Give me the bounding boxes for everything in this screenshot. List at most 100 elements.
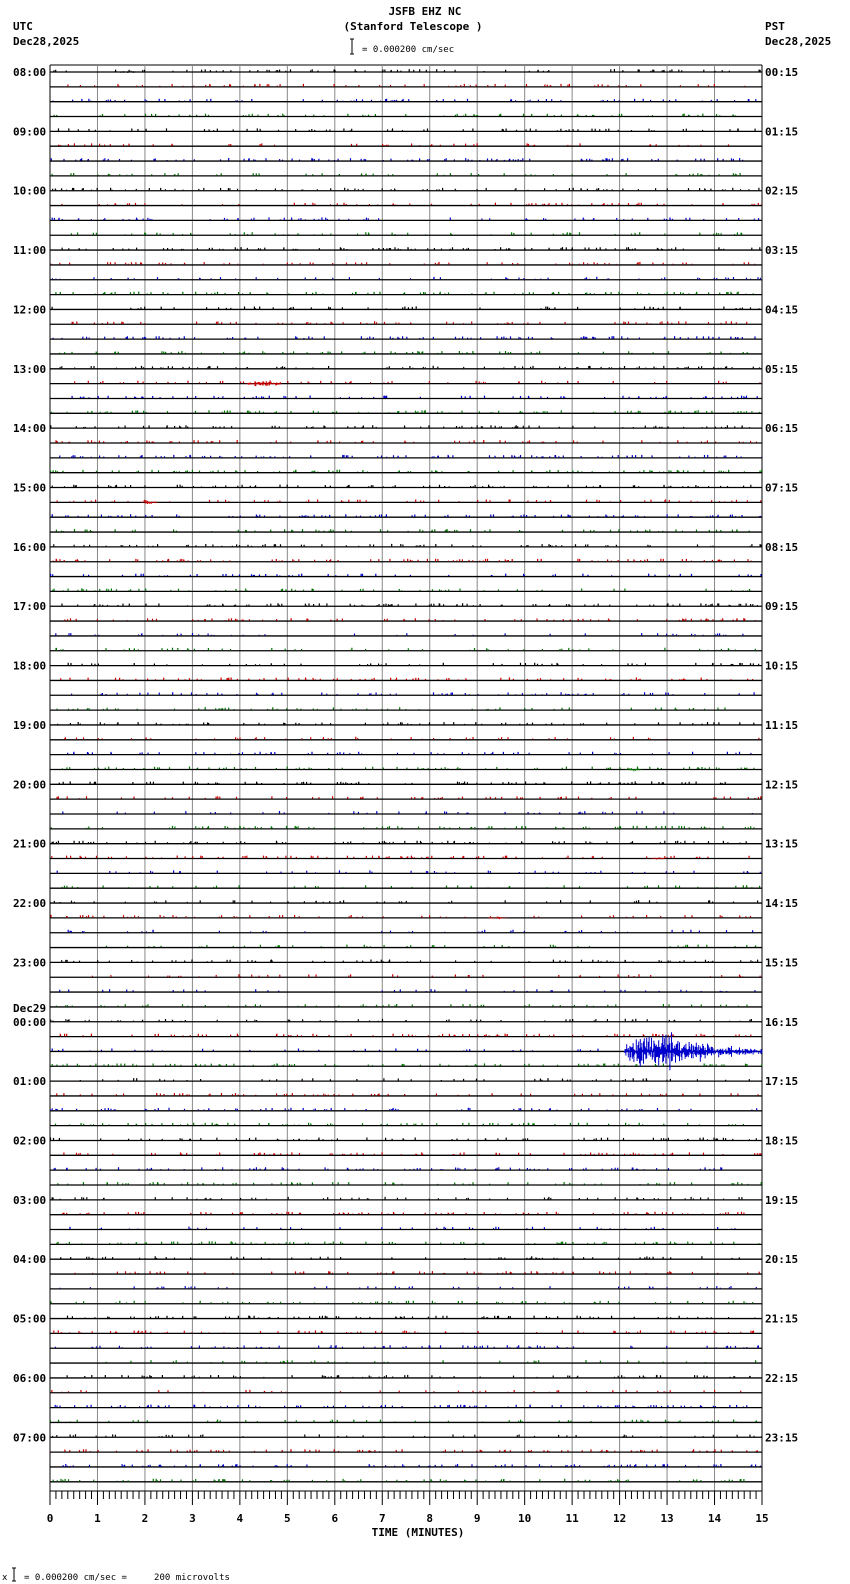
trace-noise xyxy=(49,1449,758,1452)
date-change-label: Dec29 xyxy=(13,1002,46,1015)
trace-noise xyxy=(49,1107,758,1111)
trace xyxy=(50,469,763,474)
trace-noise xyxy=(69,1226,736,1230)
trace-noise xyxy=(59,1286,757,1289)
trace-noise xyxy=(74,1271,760,1274)
trace-noise xyxy=(50,425,751,428)
trace xyxy=(50,232,762,236)
trace-noise xyxy=(67,751,752,755)
pst-time-label: 10:15 xyxy=(765,660,798,673)
seismic-event xyxy=(624,768,644,772)
footer-marker: x xyxy=(2,1573,8,1583)
trace-noise xyxy=(67,929,754,933)
helicorder-plot: JSFB EHZ NC (Stanford Telescope ) UTC De… xyxy=(2,5,831,1583)
trace-noise xyxy=(55,529,750,532)
trace xyxy=(49,1137,762,1142)
trace-noise xyxy=(58,143,730,146)
trace-noise xyxy=(54,1345,759,1348)
pst-time-label: 11:15 xyxy=(765,719,798,732)
trace-noise xyxy=(52,187,760,191)
trace-noise xyxy=(57,722,755,725)
trace xyxy=(50,1241,762,1246)
trace xyxy=(50,1345,762,1349)
trace xyxy=(50,395,762,400)
trace-noise xyxy=(55,633,744,636)
trace xyxy=(50,128,762,133)
utc-hour-label: 17:00 xyxy=(13,600,46,613)
trace-noise xyxy=(62,1464,761,1467)
utc-hour-label: 22:00 xyxy=(13,897,46,910)
trace-noise xyxy=(54,1122,744,1126)
trace xyxy=(50,914,762,919)
trace xyxy=(50,811,762,815)
trace xyxy=(50,1152,762,1156)
trace-noise xyxy=(55,647,756,651)
pst-time-label: 08:15 xyxy=(765,541,798,554)
trace xyxy=(50,722,762,726)
trace xyxy=(50,1286,762,1290)
trace xyxy=(50,187,762,192)
pst-time-label: 12:15 xyxy=(765,778,798,791)
trace-noise xyxy=(50,573,762,577)
trace xyxy=(50,202,763,207)
trace xyxy=(50,1211,762,1216)
trace-noise xyxy=(62,811,753,814)
trace-noise xyxy=(62,1211,745,1215)
pst-time-label: 06:15 xyxy=(765,422,798,435)
trace xyxy=(50,306,762,311)
trace xyxy=(50,781,763,785)
trace xyxy=(50,840,762,845)
utc-hour-label: 18:00 xyxy=(13,660,46,673)
x-tick-label: 4 xyxy=(237,1512,244,1525)
trace-noise xyxy=(55,291,754,295)
trace xyxy=(50,647,762,652)
trace xyxy=(50,929,762,934)
trace xyxy=(50,1078,762,1082)
x-axis: 0 1 2 3 4 5 6 7 8 9 10 11 12 13 14 15 xyxy=(47,1490,769,1525)
trace-noise xyxy=(49,1419,758,1422)
trace xyxy=(50,1018,762,1023)
trace xyxy=(50,558,762,563)
trace xyxy=(50,1004,762,1008)
trace xyxy=(50,573,762,578)
trace-noise xyxy=(52,588,751,591)
utc-hour-label: 00:00 xyxy=(13,1016,46,1029)
trace-noise xyxy=(105,1360,757,1363)
trace-noise xyxy=(56,499,762,502)
trace xyxy=(50,1093,762,1097)
trace xyxy=(50,989,762,993)
trace xyxy=(50,707,762,711)
right-timezone: PST xyxy=(765,20,785,33)
trace-noise xyxy=(51,1196,743,1200)
x-tick-label: 3 xyxy=(189,1512,196,1525)
utc-hour-label: 15:00 xyxy=(13,482,46,495)
trace xyxy=(49,1107,762,1112)
trace-noise xyxy=(60,1256,740,1259)
trace-noise xyxy=(53,1167,723,1170)
minute-gridlines xyxy=(49,64,763,1491)
utc-hour-label: 11:00 xyxy=(13,244,46,257)
utc-hour-label: 10:00 xyxy=(13,185,46,198)
footer-scale-label: = 0.000200 cm/sec = 200 microvolts xyxy=(24,1573,230,1583)
trace-noise xyxy=(55,440,758,443)
trace xyxy=(50,1182,762,1186)
trace-noise xyxy=(63,1152,762,1155)
trace-noise xyxy=(50,410,761,413)
trace-noise xyxy=(51,1389,742,1393)
x-tick-label: 0 xyxy=(47,1512,54,1525)
utc-hour-label: 06:00 xyxy=(13,1372,46,1385)
trace xyxy=(50,484,762,489)
trace-noise xyxy=(59,454,763,458)
trace xyxy=(50,1271,762,1275)
left-date: Dec28,2025 xyxy=(13,35,79,48)
x-tick-label: 8 xyxy=(426,1512,433,1525)
trace-noise xyxy=(50,261,756,265)
trace xyxy=(50,959,762,964)
trace xyxy=(50,1464,762,1468)
utc-hour-label: 05:00 xyxy=(13,1313,46,1326)
pst-time-label: 14:15 xyxy=(765,897,798,910)
trace-noise xyxy=(50,914,752,918)
scale-bar-icon xyxy=(350,38,354,55)
trace xyxy=(50,98,762,103)
trace-noise xyxy=(71,395,758,398)
